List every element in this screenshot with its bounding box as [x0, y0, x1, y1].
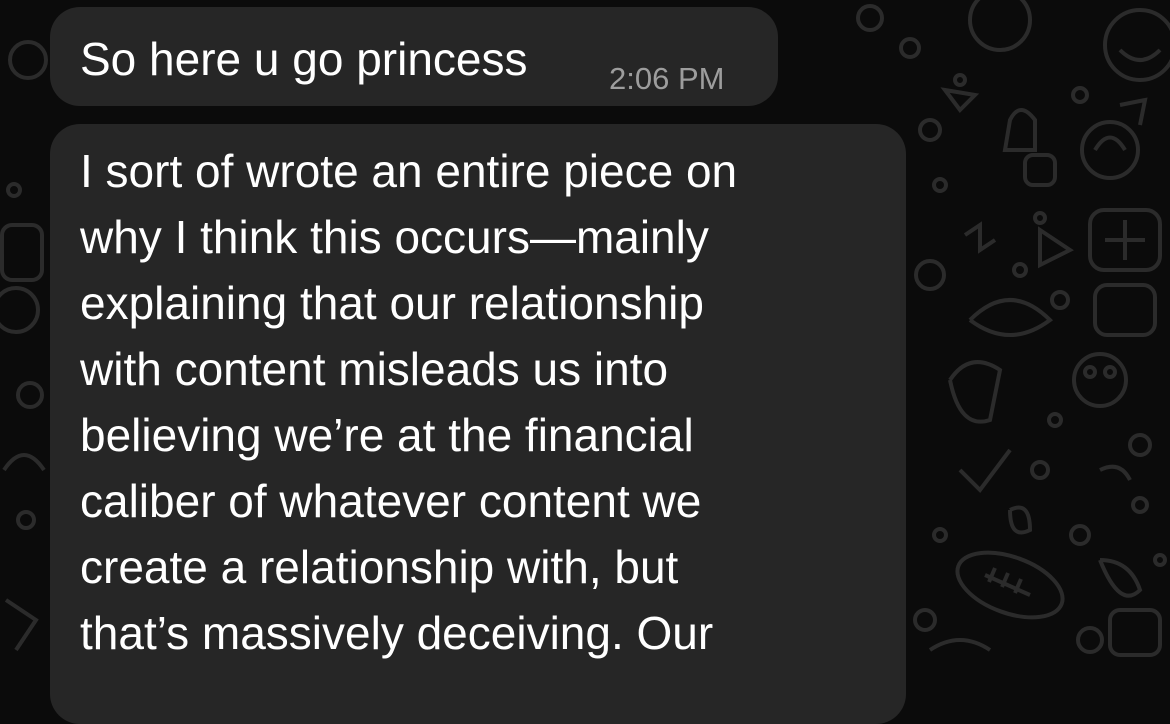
message-text: I sort of wrote an entire piece on why I…: [80, 140, 737, 668]
message-line: that’s massively deceiving. Our: [80, 607, 714, 659]
message-line: explaining that our relationship: [80, 277, 704, 329]
message-line: believing we’re at the financial: [80, 409, 694, 461]
message-line: I sort of wrote an entire piece on: [80, 145, 738, 197]
message-bubble-received[interactable]: So here u go princess 2:06 PM: [50, 7, 778, 106]
message-line: create a relationship with, but: [80, 541, 679, 593]
message-line: why I think this occurs—mainly: [80, 211, 709, 263]
message-timestamp: 2:06 PM: [609, 61, 725, 96]
message-text: So here u go princess: [80, 33, 528, 85]
message-line: with content misleads us into: [80, 343, 669, 395]
message-line: caliber of whatever content we: [80, 475, 702, 527]
message-bubble-received[interactable]: I sort of wrote an entire piece on why I…: [50, 124, 906, 724]
